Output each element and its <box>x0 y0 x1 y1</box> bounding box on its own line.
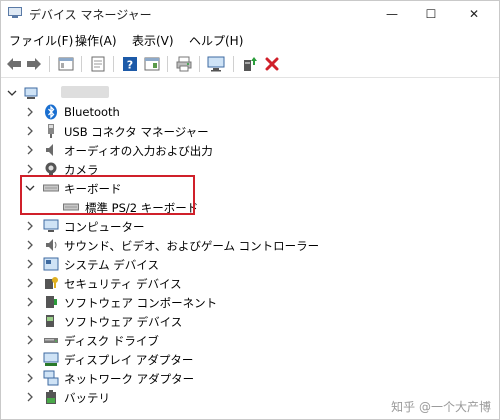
view-icon[interactable] <box>143 55 161 73</box>
chevron-right-icon[interactable] <box>25 221 35 231</box>
tree-item-security-devices[interactable]: セキュリティ デバイス <box>1 273 481 293</box>
help-icon[interactable]: ? <box>121 55 139 73</box>
menu-help[interactable]: ヘルプ(H) <box>189 32 243 49</box>
tree-item-computer[interactable]: コンピューター <box>1 216 481 236</box>
chevron-down-icon[interactable] <box>7 88 17 98</box>
computer-icon <box>43 219 59 232</box>
tree-item-usb-connector-manager[interactable]: USB コネクタ マネージャー <box>1 121 481 141</box>
component-icon <box>46 296 57 308</box>
tree-item-label: ソフトウェア デバイス <box>64 315 183 329</box>
tree-item-label: システム デバイス <box>64 258 159 272</box>
forward-icon[interactable] <box>25 55 43 73</box>
update-driver-icon[interactable] <box>241 55 259 73</box>
audio-icon <box>46 144 53 156</box>
chevron-right-icon[interactable] <box>25 145 35 155</box>
tree-item-label: Bluetooth <box>64 105 120 119</box>
chevron-right-icon[interactable] <box>25 392 35 402</box>
chevron-right-icon[interactable] <box>25 278 35 288</box>
svg-text:?: ? <box>127 59 133 72</box>
network-icon <box>43 370 59 386</box>
toolbar: ? <box>1 51 499 78</box>
toolbar-separator <box>233 56 234 72</box>
device-manager-window: デバイス マネージャー — ☐ ✕ ファイル(F) 操作(A) 表示(V) ヘル… <box>0 0 500 420</box>
battery-icon <box>46 390 56 404</box>
tree-item-label: ディスプレイ アダプター <box>64 353 194 367</box>
tree-item-display-adapters[interactable]: ディスプレイ アダプター <box>1 349 481 369</box>
tree-item-network-adapters[interactable]: ネットワーク アダプター <box>1 368 481 388</box>
menu-file[interactable]: ファイル(F) <box>9 32 73 49</box>
tree-item-label: サウンド、ビデオ、およびゲーム コントローラー <box>64 239 320 253</box>
tree-item-audio-io[interactable]: オーディオの入力および出力 <box>1 140 481 160</box>
tree-item-label: ソフトウェア コンポーネント <box>64 296 218 310</box>
computer-icon <box>24 87 38 99</box>
back-icon[interactable] <box>5 55 23 73</box>
watermark: 知乎 @一个大产博 <box>391 400 491 414</box>
tree-item-disk-drives[interactable]: ディスク ドライブ <box>1 330 481 350</box>
menu-view[interactable]: 表示(V) <box>132 32 174 49</box>
tree-item-label: コンピューター <box>64 220 145 234</box>
window-title: デバイス マネージャー <box>29 8 152 22</box>
bluetooth-icon <box>45 104 57 120</box>
driver-icon[interactable] <box>89 55 107 73</box>
chevron-right-icon[interactable] <box>25 373 35 383</box>
toolbar-separator <box>81 56 82 72</box>
tree-item-software-devices[interactable]: ソフトウェア デバイス <box>1 311 481 331</box>
tree-item-label: ディスク ドライブ <box>64 334 159 348</box>
chevron-right-icon[interactable] <box>25 126 35 136</box>
chevron-right-icon[interactable] <box>25 354 35 364</box>
tree-item-label: USB コネクタ マネージャー <box>64 125 209 139</box>
chevron-right-icon[interactable] <box>25 297 35 307</box>
minimize-button[interactable]: — <box>381 4 403 24</box>
tree-item-label: ネットワーク アダプター <box>64 372 195 386</box>
chevron-right-icon[interactable] <box>25 240 35 250</box>
toolbar-separator <box>113 56 114 72</box>
disk-icon <box>44 338 58 343</box>
tree-item-label: セキュリティ デバイス <box>64 277 182 291</box>
tree-item-bluetooth[interactable]: Bluetooth <box>1 102 481 122</box>
print-icon[interactable] <box>175 55 193 73</box>
tree-item-system-devices[interactable]: システム デバイス <box>1 254 481 274</box>
security-icon <box>45 277 58 289</box>
chevron-right-icon[interactable] <box>25 316 35 326</box>
tree-item-software-components[interactable]: ソフトウェア コンポーネント <box>1 292 481 312</box>
computer-name-redacted <box>61 86 109 98</box>
properties-icon[interactable] <box>57 55 75 73</box>
usb-icon <box>48 124 54 138</box>
chevron-right-icon[interactable] <box>25 107 35 117</box>
speaker-icon <box>46 239 57 251</box>
maximize-button[interactable]: ☐ <box>420 4 442 24</box>
menu-bar: ファイル(F) 操作(A) 表示(V) ヘルプ(H) <box>1 29 499 49</box>
software-icon <box>46 315 54 327</box>
close-button[interactable]: ✕ <box>463 4 485 24</box>
device-tree: Bluetooth USB コネクタ マネージャー オーディオの入力および出力 … <box>1 79 499 419</box>
highlight-box <box>20 175 195 215</box>
toolbar-separator <box>167 56 168 72</box>
chevron-right-icon[interactable] <box>25 164 35 174</box>
monitor-icon[interactable] <box>207 55 225 73</box>
chevron-right-icon[interactable] <box>25 335 35 345</box>
tree-item-label: オーディオの入力および出力 <box>64 144 213 158</box>
uninstall-icon[interactable] <box>263 55 281 73</box>
menu-action[interactable]: 操作(A) <box>75 32 117 49</box>
toolbar-separator <box>49 56 50 72</box>
tree-item-sound-video-game[interactable]: サウンド、ビデオ、およびゲーム コントローラー <box>1 235 481 255</box>
system-icon <box>43 257 59 271</box>
device-manager-icon <box>8 7 22 18</box>
tree-item-label: バッテリ <box>64 391 110 405</box>
title-bar[interactable]: デバイス マネージャー — ☐ ✕ <box>1 1 499 27</box>
chevron-right-icon[interactable] <box>25 259 35 269</box>
display-icon <box>43 352 59 366</box>
toolbar-separator <box>199 56 200 72</box>
tree-root[interactable] <box>1 83 481 103</box>
